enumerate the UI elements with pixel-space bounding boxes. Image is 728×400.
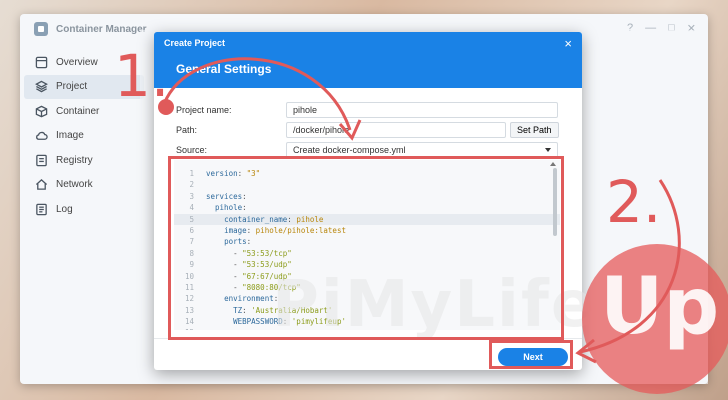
chevron-down-icon <box>545 148 551 152</box>
annotation-editor-box <box>168 156 564 340</box>
sidebar-item-log[interactable]: Log <box>24 197 144 221</box>
sidebar-item-label: Log <box>56 203 73 215</box>
dialog-header: Create Project × General Settings <box>154 32 582 88</box>
layers-icon <box>34 80 48 94</box>
watermark-badge-text: Up <box>600 262 720 352</box>
sidebar-item-network[interactable]: Network <box>24 173 144 197</box>
cloud-icon <box>34 129 48 143</box>
log-icon <box>34 202 48 216</box>
registry-icon <box>34 153 48 167</box>
sidebar-item-label: Image <box>56 130 84 141</box>
close-icon[interactable]: × <box>564 36 572 51</box>
sidebar-item-label: Registry <box>56 154 93 166</box>
sidebar-item-label: Overview <box>56 56 98 68</box>
source-label: Source: <box>176 145 208 155</box>
section-title: General Settings <box>176 62 272 76</box>
path-label: Path: <box>176 125 198 135</box>
set-path-button[interactable]: Set Path <box>510 122 559 138</box>
sidebar-item-label: Project <box>56 81 88 92</box>
dialog-title: Create Project <box>164 38 226 48</box>
annotation-step-2: 2. <box>606 168 662 236</box>
sidebar-item-label: Container <box>56 105 100 117</box>
path-input[interactable]: /docker/pihole <box>286 122 506 138</box>
sidebar-item-image[interactable]: Image <box>24 124 144 148</box>
sidebar-item-label: Network <box>56 179 93 190</box>
annotation-dot <box>158 99 174 115</box>
app-logo-icon <box>34 22 48 36</box>
overview-icon <box>34 55 48 69</box>
home-network-icon <box>34 178 48 192</box>
project-name-row: Project name: pihole <box>176 102 558 118</box>
cube-icon <box>34 104 48 118</box>
project-name-label: Project name: <box>176 105 232 115</box>
sidebar-item-registry[interactable]: Registry <box>24 148 144 172</box>
app-title: Container Manager <box>56 23 147 35</box>
annotation-next-box <box>489 340 573 369</box>
project-name-input[interactable]: pihole <box>286 102 558 118</box>
source-value: Create docker-compose.yml <box>293 145 406 155</box>
path-row: Path: /docker/pihole Set Path <box>176 122 559 138</box>
